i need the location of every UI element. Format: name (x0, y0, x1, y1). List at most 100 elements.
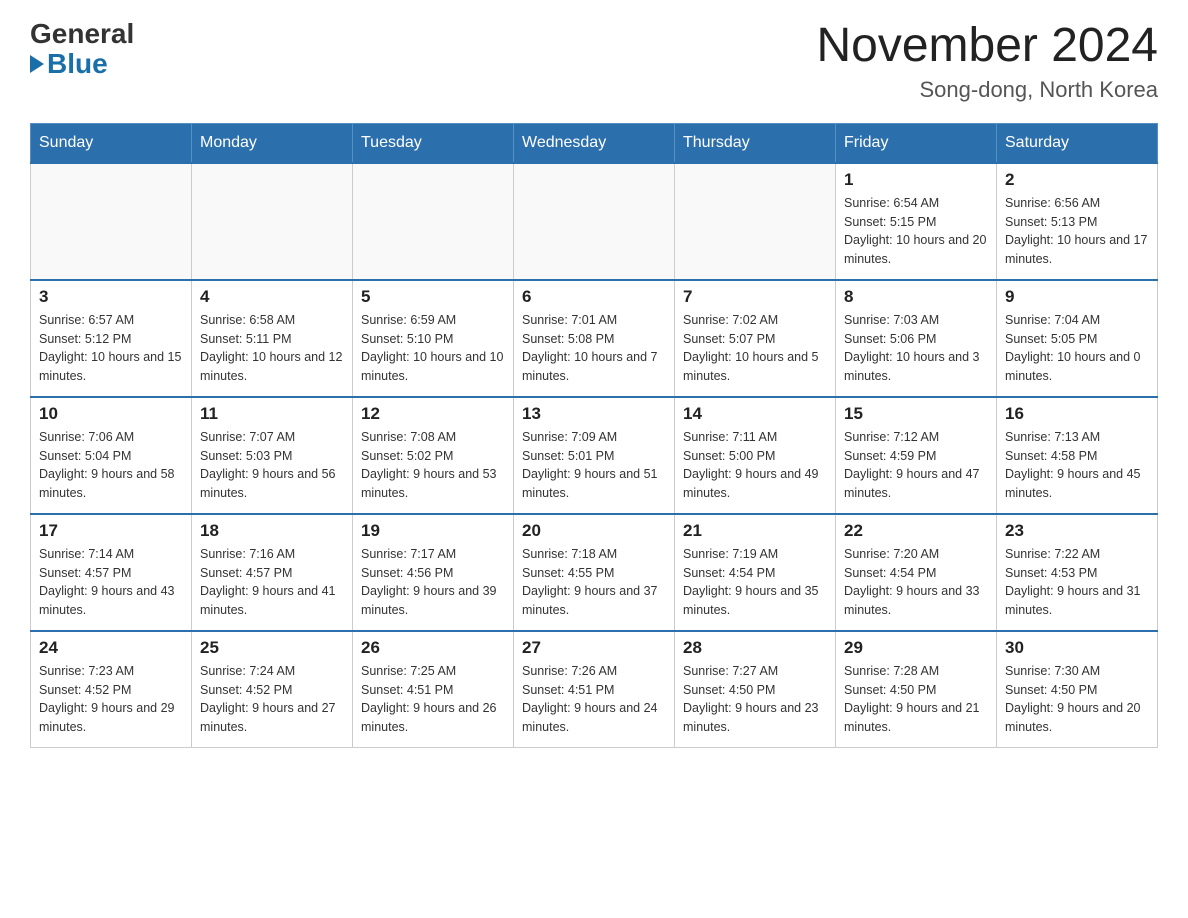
day-info: Sunrise: 7:02 AMSunset: 5:07 PMDaylight:… (683, 311, 827, 386)
calendar-day-cell: 16 Sunrise: 7:13 AMSunset: 4:58 PMDayligh… (997, 397, 1158, 514)
calendar-day-cell: 4Sunrise: 6:58 AMSunset: 5:11 PMDaylight… (192, 280, 353, 397)
day-info: Sunrise: 7:04 AMSunset: 5:05 PMDaylight:… (1005, 311, 1149, 386)
calendar-day-header: Tuesday (353, 123, 514, 163)
calendar-header-row: SundayMondayTuesdayWednesdayThursdayFrid… (31, 123, 1158, 163)
calendar-day-cell: 11Sunrise: 7:07 AMSunset: 5:03 PMDayligh… (192, 397, 353, 514)
calendar-day-header: Sunday (31, 123, 192, 163)
day-number: 7 (683, 287, 827, 307)
day-info: Sunrise: 7:22 AMSunset: 4:53 PMDaylight:… (1005, 545, 1149, 620)
day-info: Sunrise: 7:17 AMSunset: 4:56 PMDaylight:… (361, 545, 505, 620)
day-number: 16 (1005, 404, 1149, 424)
day-info: Sunrise: 6:54 AMSunset: 5:15 PMDaylight:… (844, 194, 988, 269)
day-number: 6 (522, 287, 666, 307)
day-info: Sunrise: 7:06 AMSunset: 5:04 PMDaylight:… (39, 428, 183, 503)
calendar-day-cell: 5Sunrise: 6:59 AMSunset: 5:10 PMDaylight… (353, 280, 514, 397)
day-info: Sunrise: 7:03 AMSunset: 5:06 PMDaylight:… (844, 311, 988, 386)
logo-blue-text: Blue (30, 48, 108, 80)
day-number: 19 (361, 521, 505, 541)
main-title: November 2024 (816, 20, 1158, 73)
calendar-day-cell (514, 163, 675, 280)
day-info: Sunrise: 7:16 AMSunset: 4:57 PMDaylight:… (200, 545, 344, 620)
calendar-day-cell: 17 Sunrise: 7:14 AMSunset: 4:57 PMDayligh… (31, 514, 192, 631)
day-info: Sunrise: 6:56 AMSunset: 5:13 PMDaylight:… (1005, 194, 1149, 269)
day-info: Sunrise: 7:14 AMSunset: 4:57 PMDaylight:… (39, 545, 183, 620)
day-info: Sunrise: 6:57 AMSunset: 5:12 PMDaylight:… (39, 311, 183, 386)
calendar-day-cell: 13 Sunrise: 7:09 AMSunset: 5:01 PMDayligh… (514, 397, 675, 514)
day-number: 28 (683, 638, 827, 658)
calendar-day-cell (192, 163, 353, 280)
calendar-day-header: Saturday (997, 123, 1158, 163)
calendar-day-cell: 19 Sunrise: 7:17 AMSunset: 4:56 PMDayligh… (353, 514, 514, 631)
calendar-day-cell: 27 Sunrise: 7:26 AMSunset: 4:51 PMDayligh… (514, 631, 675, 748)
calendar-day-cell: 23Sunrise: 7:22 AMSunset: 4:53 PMDayligh… (997, 514, 1158, 631)
logo-general-text: General (30, 20, 134, 48)
day-number: 25 (200, 638, 344, 658)
day-number: 3 (39, 287, 183, 307)
calendar-day-cell: 22Sunrise: 7:20 AMSunset: 4:54 PMDayligh… (836, 514, 997, 631)
calendar-day-cell: 26Sunrise: 7:25 AMSunset: 4:51 PMDayligh… (353, 631, 514, 748)
day-number: 1 (844, 170, 988, 190)
calendar-day-cell (353, 163, 514, 280)
day-info: Sunrise: 7:01 AMSunset: 5:08 PMDaylight:… (522, 311, 666, 386)
day-number: 5 (361, 287, 505, 307)
day-number: 18 (200, 521, 344, 541)
calendar-week-row: 10 Sunrise: 7:06 AMSunset: 5:04 PMDayligh… (31, 397, 1158, 514)
page-header: General Blue November 2024 Song-dong, No… (30, 20, 1158, 103)
location-subtitle: Song-dong, North Korea (816, 77, 1158, 103)
calendar-week-row: 3 Sunrise: 6:57 AMSunset: 5:12 PMDaylight… (31, 280, 1158, 397)
day-info: Sunrise: 7:23 AMSunset: 4:52 PMDaylight:… (39, 662, 183, 737)
logo-triangle-icon (30, 55, 44, 73)
title-section: November 2024 Song-dong, North Korea (816, 20, 1158, 103)
day-number: 27 (522, 638, 666, 658)
calendar-table: SundayMondayTuesdayWednesdayThursdayFrid… (30, 123, 1158, 748)
day-info: Sunrise: 7:18 AMSunset: 4:55 PMDaylight:… (522, 545, 666, 620)
day-info: Sunrise: 7:20 AMSunset: 4:54 PMDaylight:… (844, 545, 988, 620)
calendar-day-cell: 3 Sunrise: 6:57 AMSunset: 5:12 PMDaylight… (31, 280, 192, 397)
calendar-day-cell: 9 Sunrise: 7:04 AMSunset: 5:05 PMDaylight… (997, 280, 1158, 397)
day-number: 10 (39, 404, 183, 424)
day-number: 9 (1005, 287, 1149, 307)
calendar-day-header: Thursday (675, 123, 836, 163)
day-number: 13 (522, 404, 666, 424)
day-info: Sunrise: 7:24 AMSunset: 4:52 PMDaylight:… (200, 662, 344, 737)
logo: General Blue (30, 20, 134, 80)
calendar-day-cell: 24Sunrise: 7:23 AMSunset: 4:52 PMDayligh… (31, 631, 192, 748)
calendar-day-cell: 8 Sunrise: 7:03 AMSunset: 5:06 PMDaylight… (836, 280, 997, 397)
day-info: Sunrise: 7:08 AMSunset: 5:02 PMDaylight:… (361, 428, 505, 503)
calendar-day-cell: 14 Sunrise: 7:11 AMSunset: 5:00 PMDayligh… (675, 397, 836, 514)
day-info: Sunrise: 7:11 AMSunset: 5:00 PMDaylight:… (683, 428, 827, 503)
calendar-day-cell (675, 163, 836, 280)
day-info: Sunrise: 7:07 AMSunset: 5:03 PMDaylight:… (200, 428, 344, 503)
day-number: 8 (844, 287, 988, 307)
day-info: Sunrise: 7:13 AMSunset: 4:58 PMDaylight:… (1005, 428, 1149, 503)
day-info: Sunrise: 7:12 AMSunset: 4:59 PMDaylight:… (844, 428, 988, 503)
day-info: Sunrise: 7:09 AMSunset: 5:01 PMDaylight:… (522, 428, 666, 503)
calendar-day-cell: 10 Sunrise: 7:06 AMSunset: 5:04 PMDayligh… (31, 397, 192, 514)
day-number: 17 (39, 521, 183, 541)
calendar-day-header: Friday (836, 123, 997, 163)
day-number: 20 (522, 521, 666, 541)
calendar-day-cell: 1 Sunrise: 6:54 AMSunset: 5:15 PMDaylight… (836, 163, 997, 280)
calendar-day-cell: 7 Sunrise: 7:02 AMSunset: 5:07 PMDaylight… (675, 280, 836, 397)
day-number: 21 (683, 521, 827, 541)
calendar-day-cell: 21Sunrise: 7:19 AMSunset: 4:54 PMDayligh… (675, 514, 836, 631)
calendar-week-row: 1 Sunrise: 6:54 AMSunset: 5:15 PMDaylight… (31, 163, 1158, 280)
day-info: Sunrise: 7:27 AMSunset: 4:50 PMDaylight:… (683, 662, 827, 737)
calendar-day-header: Monday (192, 123, 353, 163)
calendar-day-cell: 2Sunrise: 6:56 AMSunset: 5:13 PMDaylight… (997, 163, 1158, 280)
day-number: 14 (683, 404, 827, 424)
calendar-day-cell: 20 Sunrise: 7:18 AMSunset: 4:55 PMDayligh… (514, 514, 675, 631)
calendar-day-cell: 25 Sunrise: 7:24 AMSunset: 4:52 PMDayligh… (192, 631, 353, 748)
calendar-day-cell (31, 163, 192, 280)
day-number: 29 (844, 638, 988, 658)
calendar-day-cell: 28 Sunrise: 7:27 AMSunset: 4:50 PMDayligh… (675, 631, 836, 748)
calendar-day-cell: 29Sunrise: 7:28 AMSunset: 4:50 PMDayligh… (836, 631, 997, 748)
day-number: 15 (844, 404, 988, 424)
calendar-day-cell: 30Sunrise: 7:30 AMSunset: 4:50 PMDayligh… (997, 631, 1158, 748)
day-info: Sunrise: 7:26 AMSunset: 4:51 PMDaylight:… (522, 662, 666, 737)
calendar-day-cell: 6 Sunrise: 7:01 AMSunset: 5:08 PMDaylight… (514, 280, 675, 397)
day-number: 12 (361, 404, 505, 424)
calendar-week-row: 17 Sunrise: 7:14 AMSunset: 4:57 PMDayligh… (31, 514, 1158, 631)
calendar-day-header: Wednesday (514, 123, 675, 163)
calendar-week-row: 24Sunrise: 7:23 AMSunset: 4:52 PMDayligh… (31, 631, 1158, 748)
